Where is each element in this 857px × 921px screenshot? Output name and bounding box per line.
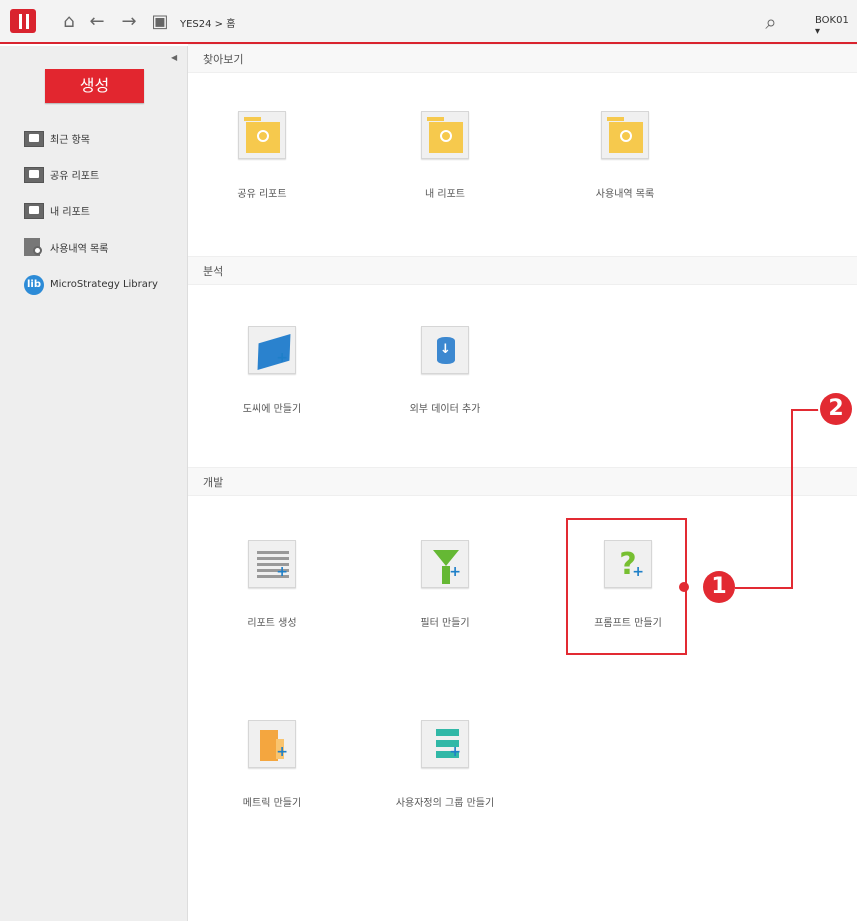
sidebar-item-label: 사용내역 목록 (50, 243, 109, 255)
marker-1: 1 (703, 571, 735, 603)
annotation-connector (735, 587, 793, 589)
section-browse: 찾아보기 (188, 44, 857, 73)
tile-create-report[interactable]: + 리포트 생성 (202, 540, 342, 650)
tile-create-metric[interactable]: + 메트릭 만들기 (202, 720, 342, 830)
forward-arrow-icon[interactable]: → (118, 11, 140, 33)
back-arrow-icon[interactable]: ← (86, 11, 108, 33)
tile-history[interactable]: 사용내역 목록 (555, 111, 695, 221)
sidebar-item-label: 공유 리포트 (50, 170, 100, 182)
user-menu[interactable]: BOK01 ▾ (815, 15, 857, 37)
dossier-create-icon: + (248, 326, 296, 374)
sidebar-item-shared-reports[interactable]: 공유 리포트 (24, 163, 99, 185)
folder-up-icon[interactable]: ▣ (149, 11, 171, 33)
create-button[interactable]: 생성 (45, 69, 144, 103)
top-navigation-bar: ⌂ ← → ▣ YES24 > 홈 ⌕ BOK01 ▾ (0, 0, 857, 44)
shared-folder-icon (24, 165, 44, 183)
shared-folder-icon (238, 111, 286, 159)
section-development: 개발 (188, 467, 857, 496)
custom-group-create-icon: + (421, 720, 469, 768)
tile-create-dossier[interactable]: + 도씨에 만들기 (202, 326, 342, 436)
tile-my-reports[interactable]: 내 리포트 (375, 111, 515, 221)
tile-create-filter[interactable]: + 필터 만들기 (375, 540, 515, 650)
collapse-sidebar-icon[interactable]: ◀ (171, 53, 177, 62)
tile-create-custom-group[interactable]: + 사용자정의 그룹 만들기 (375, 720, 515, 830)
sidebar-item-label: 최근 항목 (50, 134, 90, 146)
report-create-icon: + (248, 540, 296, 588)
tile-shared-reports[interactable]: 공유 리포트 (192, 111, 332, 221)
my-folder-icon (421, 111, 469, 159)
sidebar-item-label: MicroStrategy Library (50, 278, 158, 290)
history-icon (24, 238, 44, 256)
search-icon[interactable]: ⌕ (760, 11, 782, 33)
breadcrumb: YES24 > 홈 (180, 19, 236, 30)
filter-create-icon: + (421, 540, 469, 588)
sidebar-item-recent[interactable]: 최근 항목 (24, 127, 90, 149)
section-analysis: 분석 (188, 256, 857, 285)
sidebar-item-history[interactable]: 사용내역 목록 (24, 236, 108, 258)
sidebar-item-library[interactable]: lib MicroStrategy Library (24, 273, 158, 295)
external-data-icon (421, 326, 469, 374)
microstrategy-logo[interactable] (10, 9, 36, 33)
left-sidebar: ◀ 생성 최근 항목 공유 리포트 내 리포트 사용내역 목록 lib Micr… (0, 46, 188, 921)
recent-folder-icon (24, 129, 44, 147)
highlight-dot (679, 582, 689, 592)
highlight-box (566, 518, 687, 655)
sidebar-item-label: 내 리포트 (50, 206, 90, 218)
history-folder-icon (601, 111, 649, 159)
tile-add-external-data[interactable]: 외부 데이터 추가 (375, 326, 515, 436)
metric-create-icon: + (248, 720, 296, 768)
home-icon[interactable]: ⌂ (58, 11, 80, 33)
library-icon: lib (24, 275, 44, 295)
marker-2: 2 (820, 393, 852, 425)
annotation-connector-vertical (791, 409, 793, 589)
my-folder-icon (24, 201, 44, 219)
sidebar-item-my-reports[interactable]: 내 리포트 (24, 199, 90, 221)
